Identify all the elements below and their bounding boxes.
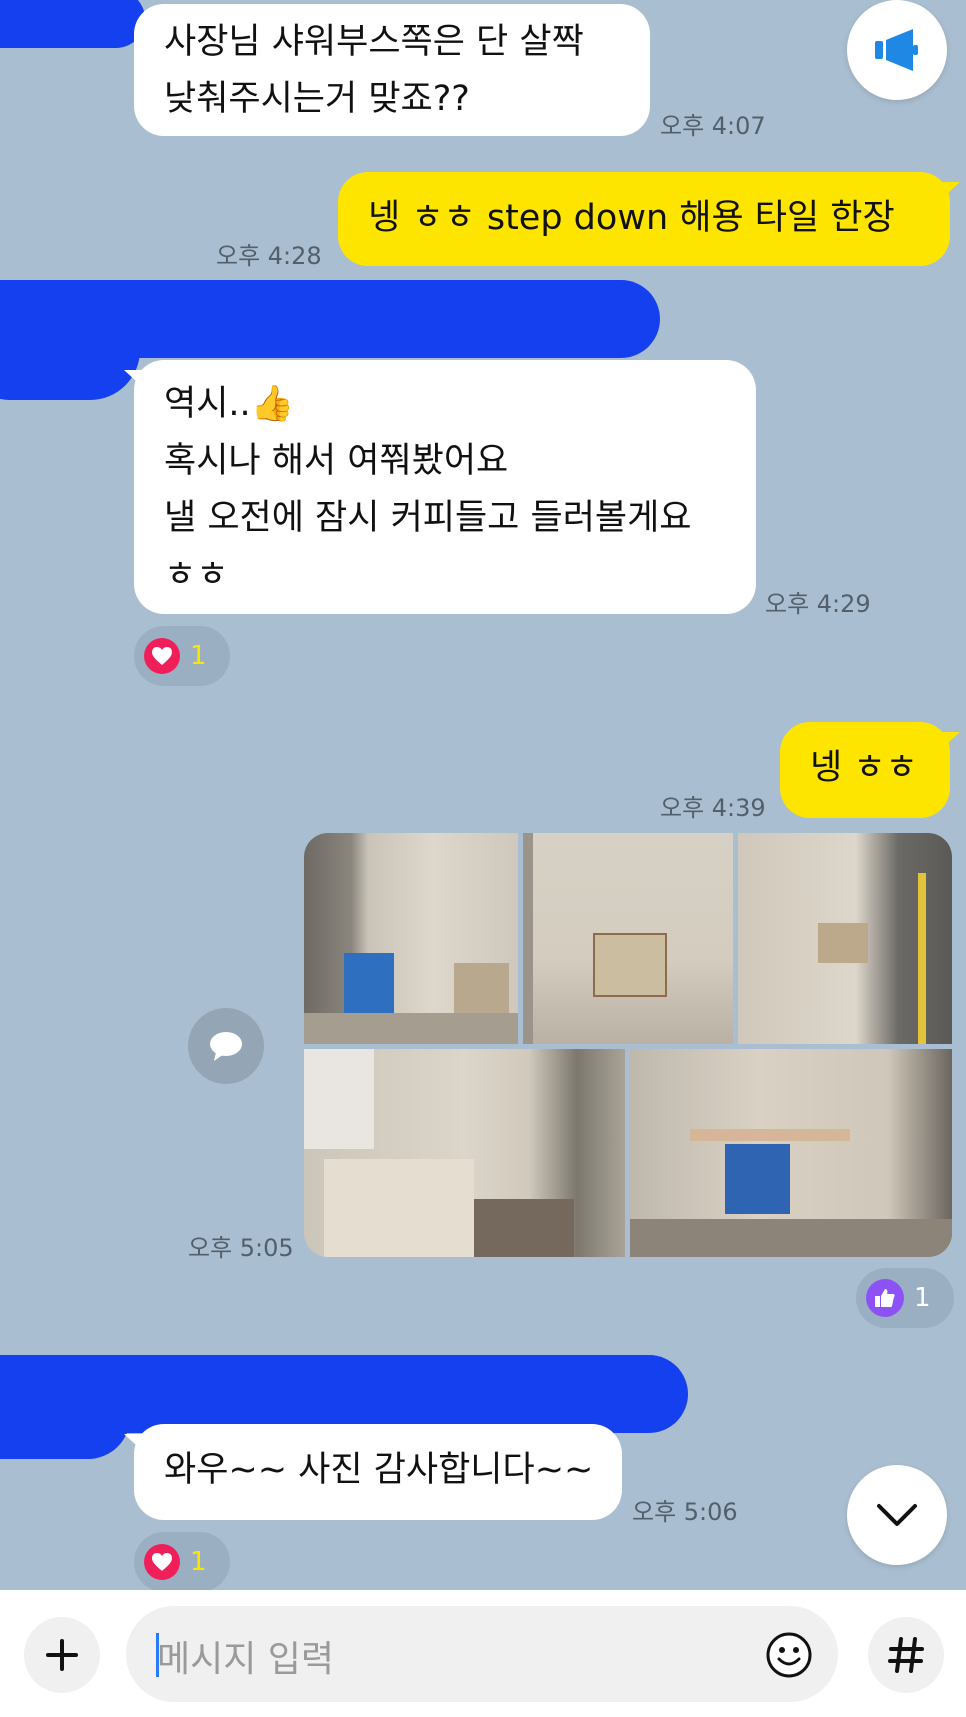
photo-album[interactable] — [304, 833, 952, 1257]
photo-detail — [304, 1013, 518, 1044]
incoming-message-bubble[interactable]: 와우~~ 사진 감사합니다~~ — [124, 1424, 622, 1520]
redacted-avatar-scribble — [0, 1375, 130, 1459]
notice-button[interactable] — [847, 0, 947, 100]
thumbs-up-icon — [866, 1279, 904, 1317]
plus-icon — [46, 1639, 78, 1671]
message-timestamp: 오후 4:28 — [216, 242, 322, 270]
like-reaction[interactable]: 1 — [856, 1268, 954, 1328]
heart-reaction[interactable]: 1 — [134, 626, 230, 686]
photo-thumbnail[interactable] — [304, 833, 518, 1044]
hash-icon — [888, 1637, 924, 1673]
chevron-down-icon — [877, 1504, 917, 1526]
message-timestamp: 오후 4:29 — [765, 590, 871, 618]
photo-detail — [474, 1199, 574, 1257]
share-button[interactable] — [188, 1008, 264, 1084]
heart-icon — [144, 1544, 180, 1580]
photo-detail — [324, 1159, 474, 1257]
megaphone-icon — [875, 29, 918, 71]
outgoing-message-bubble[interactable]: 넹 ㅎㅎ step down 해용 타일 한장 — [338, 172, 960, 266]
photo-thumbnail[interactable] — [738, 833, 952, 1044]
message-timestamp: 오후 4:39 — [660, 794, 766, 822]
incoming-message-bubble[interactable]: 역시..👍 혹시나 해서 여쭤봤어요 낼 오전에 잠시 커피들고 들러볼게요 ㅎ… — [124, 360, 756, 614]
heart-reaction[interactable]: 1 — [134, 1532, 230, 1592]
hashtag-search-button[interactable] — [868, 1617, 944, 1693]
emoji-button[interactable] — [758, 1624, 820, 1686]
speech-bubble-icon — [210, 1032, 242, 1061]
reaction-count: 1 — [914, 1283, 931, 1313]
photo-thumbnail[interactable] — [523, 833, 733, 1044]
heart-icon — [144, 638, 180, 674]
reaction-count: 1 — [190, 1547, 207, 1577]
scroll-down-button[interactable] — [847, 1465, 947, 1565]
photo-detail — [454, 963, 509, 1013]
incoming-message-bubble[interactable]: 사장님 샤워부스쪽은 단 살짝 낮춰주시는거 맞죠?? — [134, 4, 650, 136]
message-timestamp: 오후 5:06 — [632, 1498, 738, 1526]
photo-detail — [818, 923, 868, 963]
message-timestamp: 오후 4:07 — [660, 112, 766, 140]
photo-thumbnail[interactable] — [304, 1049, 625, 1257]
message-input-placeholder: 메시지 입력 — [157, 1639, 335, 1680]
smiley-icon — [766, 1632, 812, 1678]
reaction-count: 1 — [190, 641, 207, 671]
redacted-name-scribble — [0, 0, 145, 48]
attach-button[interactable] — [24, 1617, 100, 1693]
outgoing-message-bubble[interactable]: 넹 ㅎㅎ — [780, 722, 960, 818]
photo-detail — [304, 1049, 374, 1149]
redacted-avatar-scribble — [0, 300, 140, 400]
photo-detail — [725, 1144, 790, 1214]
photo-detail — [918, 873, 926, 1044]
photo-detail — [593, 933, 667, 997]
photo-detail — [523, 833, 533, 1044]
photo-thumbnail[interactable] — [630, 1049, 952, 1257]
message-timestamp: 오후 5:05 — [188, 1234, 294, 1262]
photo-detail — [630, 1219, 952, 1257]
photo-detail — [690, 1129, 850, 1141]
